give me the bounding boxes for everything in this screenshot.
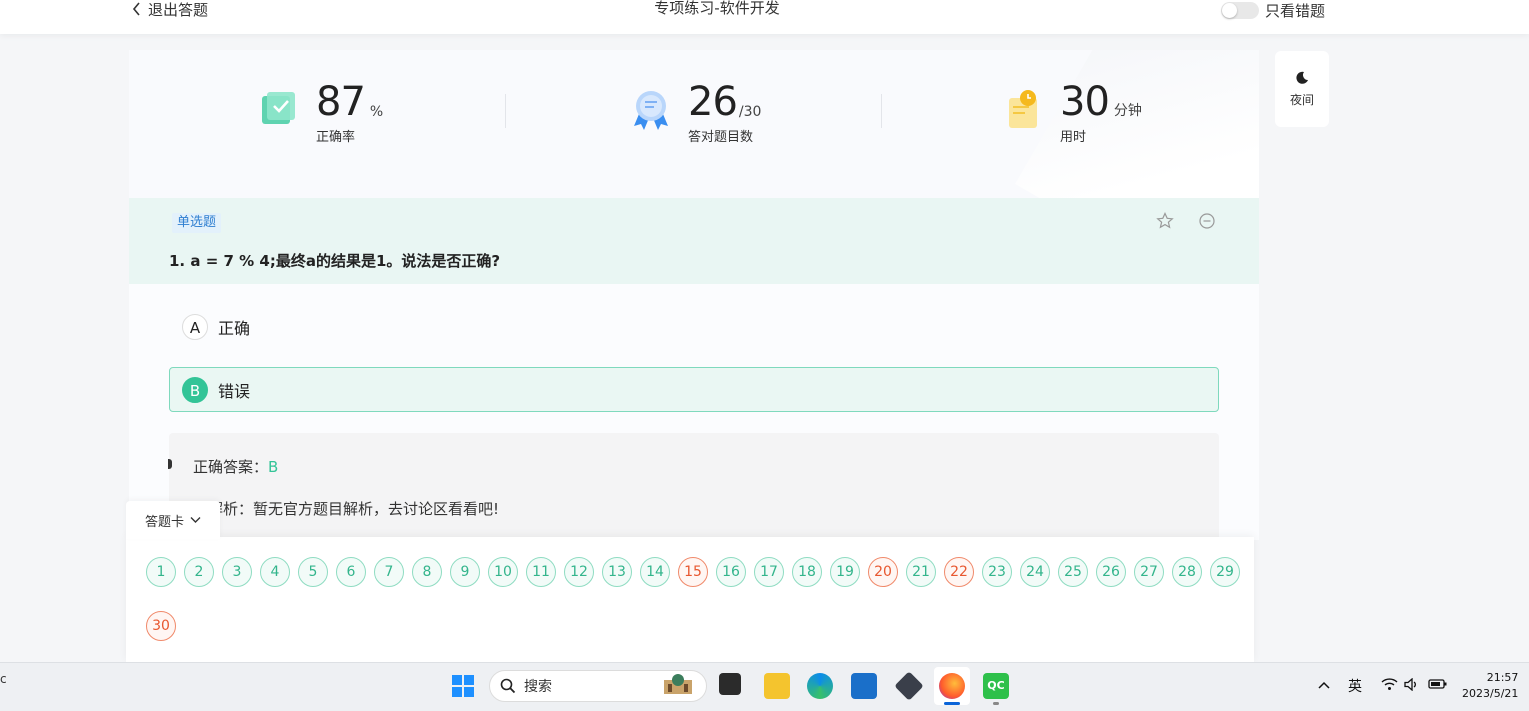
active-app-indicator: [944, 702, 960, 705]
stat-divider: [505, 94, 506, 128]
question-number-16[interactable]: 16: [716, 557, 746, 587]
time-unit: 分钟: [1113, 103, 1142, 119]
wrong-only-toggle[interactable]: 只看错题: [1221, 0, 1325, 21]
question-number-4[interactable]: 4: [260, 557, 290, 587]
question-number-26[interactable]: 26: [1096, 557, 1126, 587]
option-letter: B: [182, 376, 208, 403]
question-number-19[interactable]: 19: [830, 557, 860, 587]
question-number-8[interactable]: 8: [412, 557, 442, 587]
question-number: 1.: [169, 252, 186, 270]
correct-count-label: 答对题目数: [688, 130, 754, 145]
correct-count-total: /30: [738, 104, 762, 120]
answer-sheet: [126, 537, 1254, 662]
accuracy-icon: [258, 88, 298, 132]
question-number-15[interactable]: 15: [678, 557, 708, 587]
accuracy-stat: 87 % 正确率: [316, 80, 383, 145]
option-letter: A: [182, 314, 208, 340]
night-mode-label: 夜间: [1289, 92, 1314, 107]
edge-browser-icon[interactable]: [807, 673, 833, 699]
correct-count-value: 26: [688, 79, 738, 125]
question-number-3[interactable]: 3: [222, 557, 252, 587]
app-running-indicator: [993, 702, 999, 705]
wrong-only-label: 只看错题: [1265, 2, 1326, 20]
firefox-icon[interactable]: [939, 673, 965, 699]
question-number-5[interactable]: 5: [298, 557, 328, 587]
night-mode-button[interactable]: 夜间: [1275, 51, 1329, 127]
official-analysis: 方解析：暂无官方题目解析，去讨论区看看吧!: [193, 500, 500, 518]
question-number-6[interactable]: 6: [336, 557, 366, 587]
chevron-down-icon: [190, 517, 201, 523]
question-body: a = 7 % 4;最终a的结果是1。说法是否正确?: [190, 252, 501, 270]
question-number-22[interactable]: 22: [944, 557, 974, 587]
option-text: 正确: [218, 319, 251, 338]
question-number-27[interactable]: 27: [1134, 557, 1164, 587]
qc-app-icon[interactable]: QC: [983, 673, 1009, 699]
tray-chevron-up-icon[interactable]: [1318, 677, 1330, 693]
correct-answer-label: 正确答案：: [193, 458, 269, 476]
battery-icon[interactable]: [1428, 678, 1448, 694]
system-clock[interactable]: 21:57 2023/5/21: [1462, 670, 1518, 702]
time-stat: 30 分钟 用时: [1060, 80, 1142, 145]
question-number-14[interactable]: 14: [640, 557, 670, 587]
start-icon[interactable]: [451, 674, 475, 702]
time-value: 30: [1060, 79, 1110, 125]
search-icon: [500, 678, 516, 694]
question-number-18[interactable]: 18: [792, 557, 822, 587]
option-a[interactable]: A 正确: [182, 314, 250, 340]
accuracy-unit: %: [369, 104, 384, 120]
page-title: 专项练习-软件开发: [654, 0, 780, 17]
task-view-icon[interactable]: [719, 673, 741, 695]
question-header: [129, 198, 1259, 284]
question-number-10[interactable]: 10: [488, 557, 518, 587]
question-number-21[interactable]: 21: [906, 557, 936, 587]
question-number-30[interactable]: 30: [146, 611, 176, 641]
search-highlight-icon: [658, 672, 698, 700]
toggle-switch[interactable]: [1221, 2, 1259, 19]
correct-answer: 正确答案：B: [193, 456, 278, 477]
option-text: 错误: [218, 381, 251, 401]
question-number-11[interactable]: 11: [526, 557, 556, 587]
medal-icon: [631, 88, 671, 136]
time-label: 用时: [1060, 130, 1087, 145]
accuracy-value: 87: [316, 79, 366, 125]
question-number-25[interactable]: 25: [1058, 557, 1088, 587]
question-number-23[interactable]: 23: [982, 557, 1012, 587]
question-number-9[interactable]: 9: [450, 557, 480, 587]
answer-panel: [169, 433, 1219, 543]
star-icon[interactable]: [1155, 212, 1175, 232]
search-placeholder: 搜索: [524, 679, 552, 695]
question-number-20[interactable]: 20: [868, 557, 898, 587]
correct-count-stat: 26 /30 答对题目数: [688, 80, 761, 145]
question-type-badge: 单选题: [172, 213, 222, 233]
answer-marker: [168, 459, 172, 469]
volume-icon[interactable]: [1404, 677, 1418, 695]
question-number-1[interactable]: 1: [146, 557, 176, 587]
clock-date: 2023/5/21: [1462, 687, 1519, 700]
clock-time: 21:57: [1486, 671, 1519, 684]
ime-indicator[interactable]: 英: [1348, 676, 1362, 696]
answer-card-label: 答题卡: [144, 514, 184, 530]
question-number-2[interactable]: 2: [184, 557, 214, 587]
accuracy-label: 正确率: [316, 130, 356, 145]
remove-icon[interactable]: [1197, 212, 1217, 232]
correct-answer-value: B: [268, 458, 279, 476]
taskbar-search[interactable]: 搜索: [489, 670, 707, 702]
file-explorer-icon[interactable]: [764, 673, 790, 699]
question-number-7[interactable]: 7: [374, 557, 404, 587]
moon-icon: [1296, 71, 1308, 84]
wifi-icon[interactable]: [1381, 677, 1398, 695]
question-text: 1. a = 7 % 4;最终a的结果是1。说法是否正确?: [169, 250, 500, 271]
question-number-17[interactable]: 17: [754, 557, 784, 587]
store-icon[interactable]: [851, 673, 877, 699]
taskbar-edge-text: c: [0, 672, 7, 686]
question-number-13[interactable]: 13: [602, 557, 632, 587]
question-number-28[interactable]: 28: [1172, 557, 1202, 587]
clock-note-icon: [1005, 88, 1045, 136]
question-number-12[interactable]: 12: [564, 557, 594, 587]
answer-card-tab[interactable]: 答题卡: [126, 501, 220, 539]
option-b[interactable]: B 错误: [169, 367, 1219, 412]
question-number-29[interactable]: 29: [1210, 557, 1240, 587]
question-number-24[interactable]: 24: [1020, 557, 1050, 587]
stat-divider: [881, 94, 882, 128]
